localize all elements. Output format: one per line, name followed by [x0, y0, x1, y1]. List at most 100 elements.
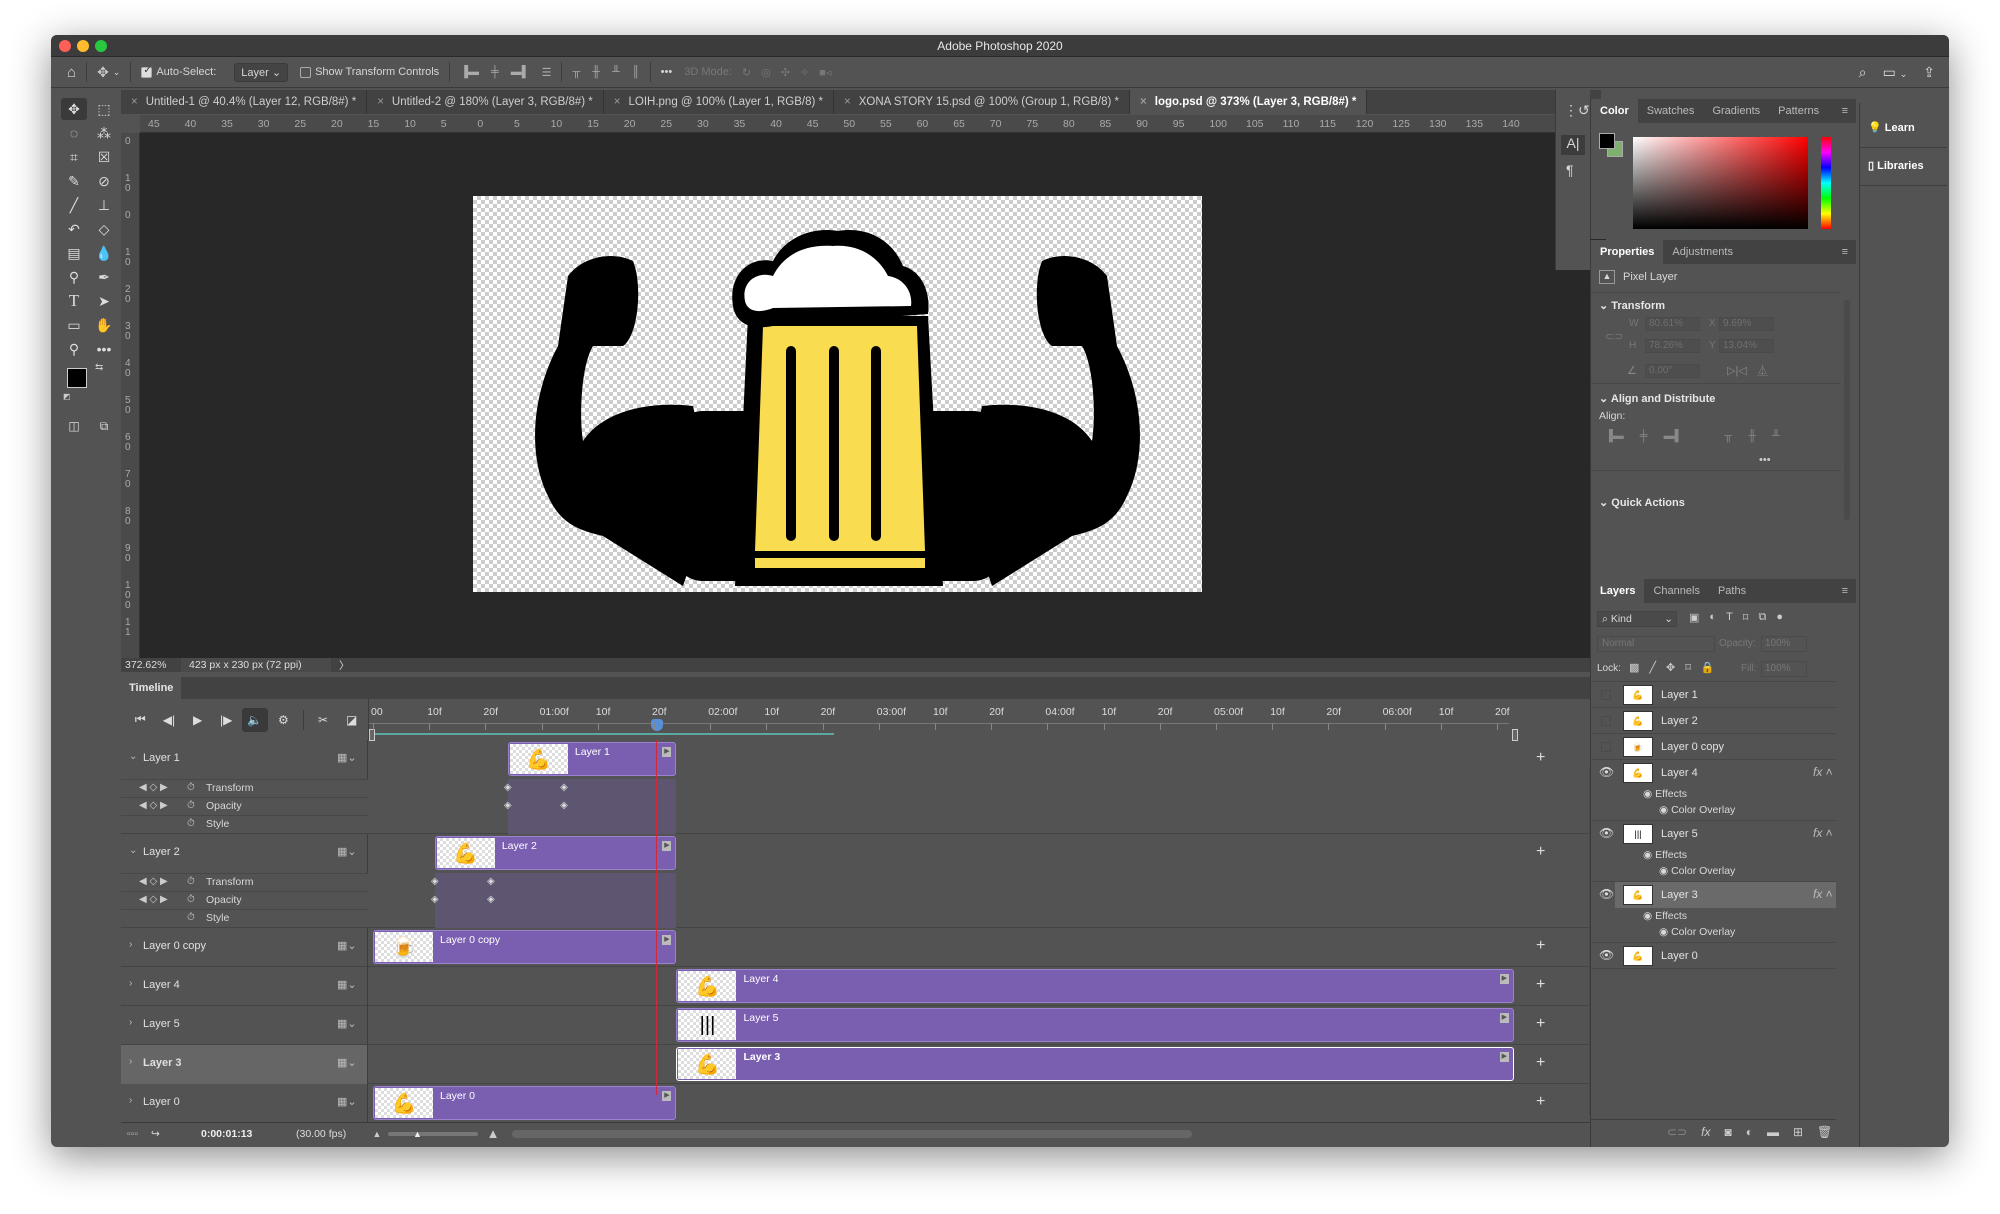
type-tool-icon[interactable]: T	[61, 290, 87, 312]
tab-layers[interactable]: Layers	[1591, 579, 1645, 603]
next-frame-icon[interactable]: |▶︎	[213, 708, 240, 732]
flip-vertical-icon[interactable]: ⏅	[1757, 362, 1768, 378]
align-bottom-edges-icon[interactable]: ╨	[1772, 430, 1780, 442]
track-header[interactable]: › Layer 0 ▦⌄	[121, 1084, 368, 1123]
eye-icon[interactable]: ◉	[1643, 910, 1655, 922]
more-align-options-icon[interactable]: •••	[1759, 454, 1771, 466]
film-strip-icon[interactable]: ▦⌄	[337, 939, 357, 952]
tab-patterns[interactable]: Patterns	[1769, 99, 1828, 123]
keyframe[interactable]: ◈	[487, 876, 495, 887]
chevron-right-icon[interactable]: ›	[129, 1095, 132, 1106]
keyframe-navigator[interactable]: ◀ ◇ ▶	[139, 782, 168, 793]
marquee-tool-icon[interactable]: ⬚	[91, 98, 117, 120]
canvas-area[interactable]	[140, 133, 1606, 658]
frame-animation-icon[interactable]: ▫▫▫	[121, 1128, 151, 1140]
clip-end-icon[interactable]: ▶	[662, 747, 672, 757]
keyframe[interactable]: ◈	[504, 800, 512, 811]
default-colors-icon[interactable]: ◩	[63, 392, 71, 401]
layer-clip[interactable]: 💪 Layer 2 ▶	[434, 836, 677, 870]
status-menu-icon[interactable]: 〉	[331, 658, 350, 673]
link-layers-icon[interactable]: ⊂⊃	[1667, 1125, 1687, 1139]
tab-properties[interactable]: Properties	[1591, 240, 1664, 264]
chevron-right-icon[interactable]: ›	[129, 939, 132, 950]
timeline-horizontal-scrollbar[interactable]	[512, 1129, 1192, 1138]
align-section-header[interactable]: ⌄ Align and Distribute	[1599, 392, 1715, 405]
layer-name[interactable]: Layer 0 copy	[1661, 741, 1724, 753]
eyedropper-tool-icon[interactable]: ✎	[61, 170, 87, 192]
eraser-tool-icon[interactable]: ◇	[91, 218, 117, 240]
layer-name[interactable]: Layer 3	[1661, 889, 1698, 901]
layer-name[interactable]: Layer 2	[1661, 715, 1698, 727]
effect-row[interactable]: ◉ Color Overlay	[1659, 804, 1735, 816]
chevron-right-icon[interactable]: ›	[129, 978, 132, 989]
settings-gear-icon[interactable]: ⚙	[270, 708, 297, 732]
eye-icon[interactable]: ◉	[1659, 804, 1671, 816]
zoom-window-button[interactable]	[95, 40, 107, 52]
dodge-tool-icon[interactable]: ⚲	[61, 266, 87, 288]
gradient-tool-icon[interactable]: ▤	[61, 242, 87, 264]
play-icon[interactable]: ▶	[184, 708, 211, 732]
tab-paths[interactable]: Paths	[1709, 579, 1755, 603]
stopwatch-icon[interactable]: ⏱	[187, 782, 195, 793]
close-tab-icon[interactable]: ×	[1140, 96, 1147, 108]
more-options-icon[interactable]: •••	[655, 57, 679, 87]
go-to-first-frame-icon[interactable]: ⏮	[127, 708, 154, 732]
align-center-h-icon[interactable]: ╪	[491, 66, 499, 78]
close-tab-icon[interactable]: ×	[614, 96, 621, 108]
close-tab-icon[interactable]: ×	[844, 96, 851, 108]
panel-menu-icon[interactable]: ≡	[1834, 240, 1856, 264]
layer-row[interactable]: 👁 💪 Layer 0	[1591, 943, 1836, 969]
stopwatch-icon[interactable]: ⏱	[187, 800, 195, 811]
tab-logo[interactable]: × logo.psd @ 373% (Layer 3, RGB/8#) *	[1130, 90, 1368, 114]
eye-icon[interactable]: ◉	[1659, 926, 1671, 938]
playhead-line[interactable]	[656, 740, 657, 1095]
link-icon[interactable]: ⊂⊃	[1605, 330, 1623, 343]
foreground-color-swatch[interactable]	[67, 368, 87, 388]
tab-color[interactable]: Color	[1591, 99, 1638, 123]
stopwatch-icon[interactable]: ⏱	[187, 876, 195, 887]
tab-adjustments[interactable]: Adjustments	[1663, 240, 1742, 264]
width-field[interactable]: 80.61%	[1645, 317, 1700, 331]
move-tool-icon[interactable]: ✥	[61, 98, 87, 120]
eye-icon[interactable]: ◉	[1643, 788, 1655, 800]
3d-slide-icon[interactable]: ✧	[800, 66, 809, 79]
blur-tool-icon[interactable]: 💧	[91, 242, 117, 264]
layer-filter-dropdown[interactable]: ⌕ Kind ⌄	[1597, 611, 1677, 627]
add-media-icon[interactable]: +	[1536, 976, 1545, 994]
property-row-style[interactable]: ⏱ Style	[121, 815, 368, 833]
keyframe-navigator[interactable]: ◀ ◇ ▶	[139, 876, 168, 887]
eye-icon[interactable]: 👁	[1599, 826, 1614, 840]
effects-row[interactable]: ◉ Effects	[1643, 788, 1687, 800]
history-brush-tool-icon[interactable]: ↶	[61, 218, 87, 240]
chevron-down-icon[interactable]: ⌄	[129, 751, 137, 762]
clip-end-icon[interactable]: ▶	[662, 935, 672, 945]
tab-gradients[interactable]: Gradients	[1703, 99, 1769, 123]
align-left-edges-icon[interactable]: ▐▬	[1605, 430, 1624, 442]
search-icon[interactable]: ⌕	[1859, 64, 1867, 81]
effect-row[interactable]: ◉ Color Overlay	[1659, 926, 1735, 938]
film-strip-icon[interactable]: ▦⌄	[337, 978, 357, 991]
clip-end-icon[interactable]: ▶	[1499, 1052, 1509, 1062]
layer-name[interactable]: Layer 0	[1661, 950, 1698, 962]
lock-all-icon[interactable]: 🔒	[1701, 661, 1715, 674]
share-icon[interactable]: ⇪	[1923, 64, 1935, 81]
property-row-style[interactable]: ⏱ Style	[121, 909, 368, 927]
align-right-icon[interactable]: ▬▌	[511, 66, 530, 78]
panel-menu-icon[interactable]: ≡	[1834, 99, 1856, 123]
blend-mode-dropdown[interactable]: Normal	[1597, 636, 1715, 652]
paragraph-icon[interactable]: ¶	[1566, 162, 1574, 178]
property-row-transform[interactable]: ◀ ◇ ▶ ⏱ Transform	[121, 873, 368, 891]
3d-camera-icon[interactable]: ■◃	[819, 66, 831, 79]
layer-clip[interactable]: 💪 Layer 3 ▶	[676, 1047, 1514, 1081]
eye-icon[interactable]: 👁	[1599, 887, 1614, 901]
auto-select-target-dropdown[interactable]: Layer ⌄	[234, 62, 289, 82]
align-top-edges-icon[interactable]: ╥	[1724, 430, 1732, 442]
layer-name[interactable]: Layer 5	[1661, 828, 1698, 840]
layer-row[interactable]: 💪 Layer 1	[1591, 682, 1836, 708]
eye-icon[interactable]: ◉	[1659, 865, 1671, 877]
add-media-icon[interactable]: +	[1536, 1015, 1545, 1033]
layer-name[interactable]: Layer 1	[1661, 689, 1698, 701]
film-strip-icon[interactable]: ▦⌄	[337, 1017, 357, 1030]
clip-end-icon[interactable]: ▶	[1499, 974, 1509, 984]
render-video-icon[interactable]: ↪	[151, 1128, 201, 1140]
